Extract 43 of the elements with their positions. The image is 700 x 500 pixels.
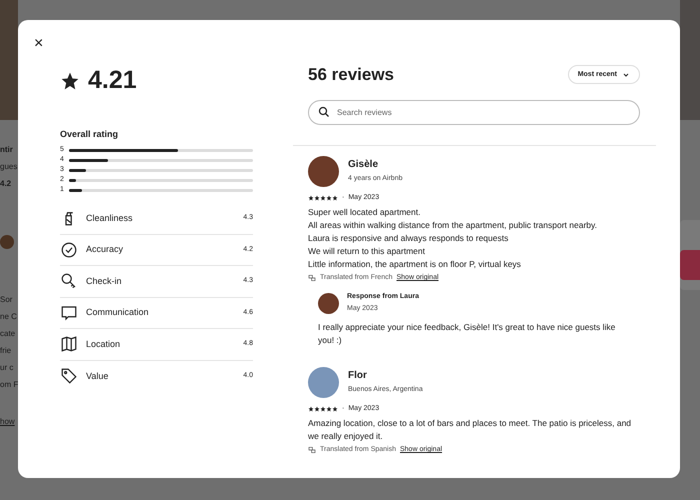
page-text: 4.2: [0, 178, 12, 190]
avatar: [308, 156, 339, 186]
category-label: Check-in: [86, 274, 123, 288]
category-label: Cleanliness: [86, 212, 134, 224]
reviews-title: 56 reviews: [307, 64, 394, 86]
translate-icon: [308, 446, 316, 454]
map-icon: [60, 335, 78, 354]
page-text: Sor: [0, 294, 14, 306]
category-label: Communication: [86, 306, 150, 319]
category-label: Location: [86, 338, 122, 350]
check-circle-icon: [60, 240, 78, 259]
review-text: All areas within walking distance from the apartment, public transport nearby.: [308, 219, 598, 232]
avatar: [308, 366, 339, 398]
star-icon: [60, 70, 80, 91]
chevron-down-icon: [622, 70, 630, 79]
page-text: frie: [0, 345, 12, 357]
page-text: ntir: [0, 144, 14, 156]
avatar: [318, 292, 339, 314]
reviewer-name: Flor: [348, 369, 368, 384]
search-field[interactable]: Search reviews: [308, 100, 640, 124]
response-text: I really appreciate your nice feedback, Gisèle! It's great to have nice guests like you! :): [318, 320, 616, 346]
chat-bubble-icon: [60, 304, 78, 322]
close-button[interactable]: ×: [32, 36, 46, 52]
search-icon: [318, 106, 330, 118]
rating-score: 4.21: [88, 65, 137, 96]
avatar: [0, 235, 14, 249]
page-text: cate: [0, 328, 16, 340]
key-icon: [60, 272, 78, 290]
page-text: om F: [0, 379, 18, 391]
review-text: Amazing location, close to a lot of bars and places to meet. The patio is priceless, and we really enjoyed it.: [308, 417, 632, 443]
review-text: Little information, the apartment is on floor P, virtual keys: [308, 258, 522, 271]
page-text: gues: [0, 161, 18, 173]
review-text: We will return to this apartment: [308, 245, 426, 258]
page-text: ne C: [0, 311, 18, 323]
page-text: ur c: [0, 362, 14, 374]
reviewer-name: Gisèle: [348, 158, 380, 172]
review-text: Super well located apartment.: [308, 206, 422, 219]
tag-icon: [60, 367, 78, 386]
category-label: Accuracy: [86, 243, 124, 256]
translate-icon: [308, 274, 316, 282]
overall-rating-title: Overall rating: [60, 128, 120, 141]
category-label: Value: [86, 370, 110, 382]
review-text: Laura is responsive and always responds to requests: [308, 232, 510, 245]
